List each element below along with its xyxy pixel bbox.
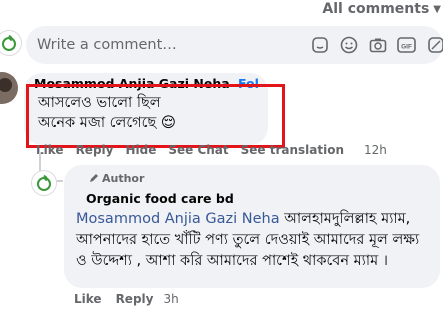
sticker-icon[interactable] [310,35,329,54]
comment-line: আসলেও ভালো ছিল [38,95,161,111]
hide-link[interactable]: Hide [125,143,156,157]
emoji-icon[interactable] [339,35,358,54]
see-chat-link[interactable]: See Chat [168,143,228,157]
reply-text: Mosammod Anjia Gazi Neha আলহামদুলিল্লাহ … [76,209,430,272]
author-badge-label: Author [102,171,145,185]
organic-leaf-logo-icon [2,35,16,51]
follow-link[interactable]: Follow [238,76,258,91]
commenter-avatar[interactable] [0,72,18,104]
avatar-sticker-icon[interactable] [426,35,443,54]
chevron-down-icon: ▼ [433,3,441,15]
reply-like-link[interactable]: Like [74,292,102,306]
reply-timestamp[interactable]: 3h [163,292,178,306]
page-avatar-logo [0,30,22,56]
reply-reply-link[interactable]: Reply [116,292,154,306]
comment-author-row: Mosammod Anjia Gazi Neha Follow [34,76,258,92]
comment-line: অনেক মজা লেগেছে 😌 [38,115,176,131]
comment-timestamp[interactable]: 12h [364,143,387,157]
comment-text: আসলেও ভালো ছিল অনেক মজা লেগেছে 😌 [34,93,258,133]
organic-leaf-logo-icon [37,175,51,191]
all-comments-filter[interactable]: All comments ▼ [322,0,441,18]
comment-composer[interactable]: GIF [26,26,443,64]
reply-author-name[interactable]: Organic food care bd [86,191,430,206]
comment-author-name[interactable]: Mosammod Anjia Gazi Neha [34,76,230,91]
comment-input[interactable] [37,37,307,53]
reply-bubble: Author Organic food care bd Mosammod Anj… [64,165,440,288]
comment-actions: Like Reply Hide See Chat See translation… [36,143,399,157]
pencil-icon [90,174,98,182]
reply-mention[interactable]: Mosammod Anjia Gazi Neha [76,211,280,227]
reply-author-avatar[interactable] [31,170,57,196]
camera-icon[interactable] [368,35,387,54]
reply-actions: Like Reply 3h [74,292,193,306]
composer-icons: GIF [310,35,443,54]
comment-bubble: Mosammod Anjia Gazi Neha Follow আসলেও ভা… [24,73,268,145]
see-translation-link[interactable]: See translation [241,143,344,157]
author-badge: Author [89,171,430,185]
svg-text:GIF: GIF [401,43,412,50]
reply-link[interactable]: Reply [76,143,114,157]
all-comments-label: All comments [322,1,430,17]
gif-icon[interactable]: GIF [397,35,416,54]
